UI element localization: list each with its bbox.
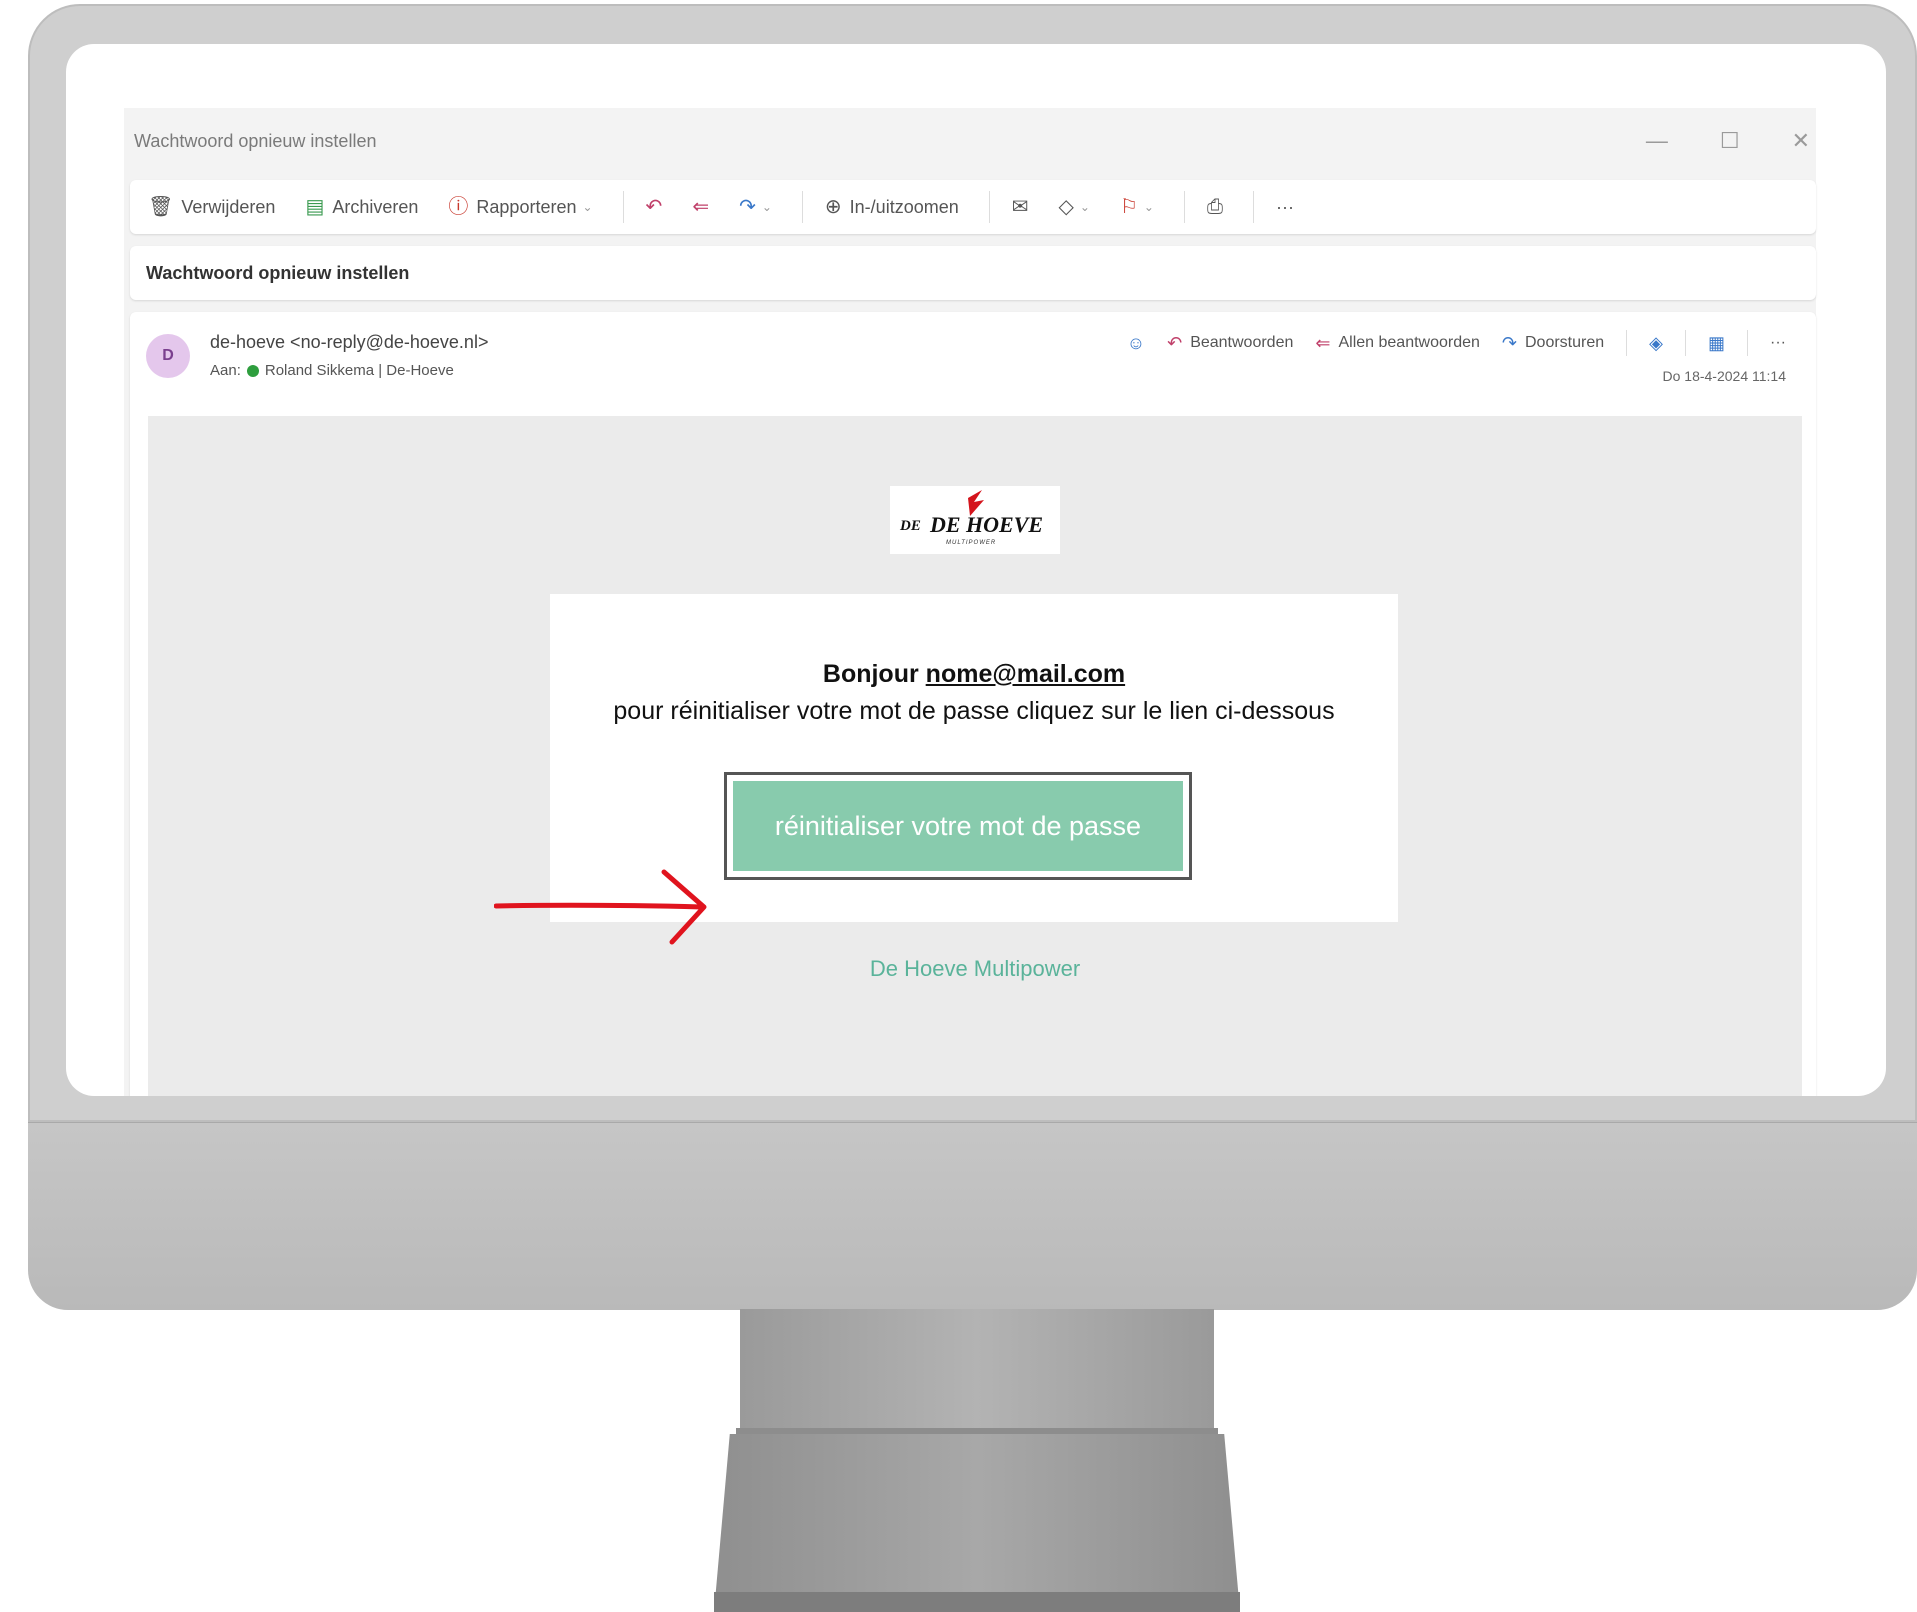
title-bar: Wachtwoord opnieuw instellen — ☐ ✕ (124, 108, 1816, 174)
delete-label: Verwijderen (181, 196, 276, 217)
message-timestamp: Do 18-4-2024 11:14 (1662, 368, 1787, 384)
archive-icon: ▤ (305, 196, 325, 218)
email-body: DE DE HOEVE MULTIPOWER Bonjour nome@mail… (148, 416, 1802, 1096)
zoom-icon: ⊕ (824, 196, 842, 218)
grid-icon: ▦ (1708, 332, 1726, 353)
footer-link[interactable]: De Hoeve Multipower (148, 956, 1802, 982)
company-logo: DE DE HOEVE MULTIPOWER (890, 486, 1060, 554)
printer-icon: ⎙ (1206, 196, 1223, 218)
reply-all-icon: ⇐ (692, 196, 710, 218)
chevron-down-icon: ⌄ (582, 200, 593, 214)
chevron-down-icon: ⌄ (761, 200, 772, 214)
mark-read-button[interactable]: ✉ (1012, 197, 1029, 217)
minimize-icon[interactable]: — (1646, 128, 1668, 154)
toolbar: 🗑 Verwijderen ▤ Archiveren ⓘ Rapporteren… (130, 180, 1816, 234)
monitor-stand-joint (736, 1428, 1218, 1434)
reply-all-button[interactable]: ⇐ (692, 197, 709, 217)
toolbar-divider (988, 191, 990, 223)
trash-icon: 🗑 (148, 196, 174, 218)
subject-bar: Wachtwoord opnieuw instellen (130, 246, 1816, 300)
mail-window: Wachtwoord opnieuw instellen — ☐ ✕ 🗑 Ver… (124, 108, 1816, 1096)
smiley-icon: ☺ (1126, 332, 1146, 353)
more-icon: ··· (1770, 334, 1786, 351)
reply-message-button[interactable]: ↶ Beantwoorden (1167, 333, 1293, 354)
flag-button[interactable]: ⚐ ⌄ (1120, 197, 1154, 217)
monitor-stand-base (714, 1434, 1240, 1612)
loop-button[interactable]: ◈ (1649, 333, 1663, 354)
warning-icon: ⓘ (448, 196, 469, 218)
presence-status-icon (246, 364, 259, 377)
greeting-email-link[interactable]: nome@mail.com (926, 660, 1125, 688)
reply-all-message-button[interactable]: ⇐ Allen beantwoorden (1315, 333, 1480, 354)
delete-button[interactable]: 🗑 Verwijderen (148, 197, 275, 218)
tag-button[interactable]: ◇ ⌄ (1059, 197, 1090, 217)
screen: Wachtwoord opnieuw instellen — ☐ ✕ 🗑 Ver… (66, 44, 1886, 1096)
reply-icon: ↶ (645, 196, 663, 218)
apps-button[interactable]: ▦ (1708, 333, 1725, 354)
message-more-button[interactable]: ··· (1770, 334, 1786, 352)
forward-icon: ↷ (1501, 332, 1517, 353)
actions-divider (1685, 330, 1686, 356)
tag-icon: ◇ (1058, 196, 1074, 218)
report-label: Rapporteren (476, 196, 577, 217)
chevron-down-icon: ⌄ (1143, 200, 1154, 214)
flag-icon: ⚐ (1119, 196, 1138, 218)
emoji-reaction-button[interactable]: ☺ (1127, 333, 1145, 354)
greeting: Bonjour nome@mail.com (550, 660, 1398, 689)
toolbar-divider (801, 191, 803, 223)
monitor-stand-neck (740, 1309, 1214, 1447)
forward-label: Doorsturen (1525, 334, 1605, 351)
logo-wordmark: DE HOEVE (929, 512, 1043, 537)
toolbar-divider (622, 191, 624, 223)
monitor-stand-foot (714, 1592, 1240, 1612)
archive-label: Archiveren (332, 196, 419, 217)
avatar[interactable]: D (146, 334, 190, 378)
reply-all-label: Allen beantwoorden (1338, 334, 1480, 351)
subject-text: Wachtwoord opnieuw instellen (146, 262, 410, 283)
recipient-line: Aan: Roland Sikkema | De-Hoeve (210, 362, 454, 379)
monitor: Wachtwoord opnieuw instellen — ☐ ✕ 🗑 Ver… (28, 4, 1917, 1310)
to-label: Aan: (210, 362, 241, 379)
forward-message-button[interactable]: ↷ Doorsturen (1502, 333, 1604, 354)
envelope-open-icon: ✉ (1011, 196, 1029, 218)
reset-password-button[interactable]: réinitialiser votre mot de passe (733, 781, 1183, 871)
window-title: Wachtwoord opnieuw instellen (134, 130, 377, 151)
archive-button[interactable]: ▤ Archiveren (305, 197, 418, 218)
more-icon: ··· (1275, 196, 1294, 217)
button-outline: réinitialiser votre mot de passe (724, 772, 1192, 880)
forward-icon: ↷ (739, 196, 756, 218)
toolbar-divider (1252, 191, 1254, 223)
reply-icon: ↶ (1167, 332, 1183, 353)
greeting-prefix: Bonjour (822, 660, 919, 688)
maximize-icon[interactable]: ☐ (1720, 128, 1740, 154)
recipient-name[interactable]: Roland Sikkema | De-Hoeve (265, 362, 454, 379)
reply-label: Beantwoorden (1190, 334, 1294, 351)
instruction-text: pour réinitialiser votre mot de passe cl… (613, 697, 1335, 725)
loop-icon: ◈ (1649, 332, 1663, 353)
actions-divider (1747, 330, 1749, 356)
print-button[interactable]: ⎙ (1207, 197, 1223, 217)
message-pane: D de-hoeve <no-reply@de-hoeve.nl> Aan: R… (130, 312, 1816, 1096)
zoom-button[interactable]: ⊕ In-/uitzoomen (825, 197, 959, 218)
message-actions: ☺ ↶ Beantwoorden ⇐ Allen beantwoorden ↷ … (1127, 330, 1786, 356)
report-button[interactable]: ⓘ Rapporteren ⌄ (448, 197, 592, 218)
avatar-initial: D (162, 347, 174, 364)
reply-button[interactable]: ↶ (646, 197, 663, 217)
actions-divider (1626, 330, 1628, 356)
reply-all-icon: ⇐ (1315, 332, 1331, 353)
close-icon[interactable]: ✕ (1792, 128, 1810, 154)
more-options-button[interactable]: ··· (1276, 197, 1294, 218)
monitor-chin (28, 1122, 1917, 1310)
chevron-down-icon: ⌄ (1079, 200, 1090, 214)
toolbar-divider (1183, 191, 1185, 223)
logo-prefix: DE (899, 518, 921, 534)
window-controls: — ☐ ✕ (1646, 128, 1816, 154)
sender[interactable]: de-hoeve <no-reply@de-hoeve.nl> (210, 332, 488, 353)
zoom-label: In-/uitzoomen (849, 196, 959, 217)
de-hoeve-logo: DE DE HOEVE MULTIPOWER (899, 490, 1043, 546)
logo-subtext: MULTIPOWER (946, 540, 996, 546)
annotation-arrow (494, 869, 707, 945)
forward-button[interactable]: ↷ ⌄ (739, 197, 772, 217)
